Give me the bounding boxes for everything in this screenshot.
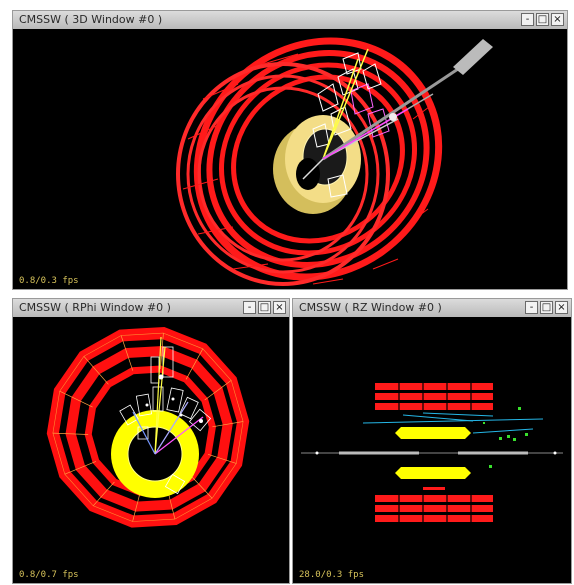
window-rz: CMSSW ( RZ Window #0 ) - □ × 28.0/0.3 fp… — [292, 298, 572, 584]
maximize-button[interactable]: □ — [536, 13, 549, 26]
3d-jet-marker — [389, 113, 397, 121]
minimize-button[interactable]: - — [243, 301, 256, 314]
window-3d: CMSSW ( 3D Window #0 ) - □ × 0.8/0.3 fps — [12, 10, 568, 290]
3d-viewport[interactable]: 0.8/0.3 fps — [13, 29, 567, 289]
close-button[interactable]: × — [551, 13, 564, 26]
window-rphi-titlebar[interactable]: CMSSW ( RPhi Window #0 ) - □ × — [13, 299, 289, 318]
rphi-viewport[interactable]: 0.8/0.7 fps — [13, 317, 289, 583]
rz-calorimeter-lower — [375, 487, 493, 522]
maximize-button[interactable]: □ — [540, 301, 553, 314]
rz-fps-readout: 28.0/0.3 fps — [299, 570, 365, 580]
window-rphi: CMSSW ( RPhi Window #0 ) - □ × 0.8/0.7 f… — [12, 298, 290, 584]
rz-beamline — [301, 451, 563, 455]
window-3d-title: CMSSW ( 3D Window #0 ) — [19, 13, 163, 26]
close-button[interactable]: × — [555, 301, 568, 314]
3d-met-arrow — [453, 39, 493, 75]
rphi-fps-readout: 0.8/0.7 fps — [19, 570, 79, 580]
rz-viewport[interactable]: 28.0/0.3 fps — [293, 317, 571, 583]
close-button[interactable]: × — [273, 301, 286, 314]
window-rphi-title: CMSSW ( RPhi Window #0 ) — [19, 301, 171, 314]
window-rz-title: CMSSW ( RZ Window #0 ) — [299, 301, 442, 314]
minimize-button[interactable]: - — [525, 301, 538, 314]
window-3d-titlebar[interactable]: CMSSW ( 3D Window #0 ) - □ × — [13, 11, 567, 30]
rz-calorimeter-upper — [375, 383, 493, 410]
window-rz-titlebar[interactable]: CMSSW ( RZ Window #0 ) - □ × — [293, 299, 571, 318]
minimize-button[interactable]: - — [521, 13, 534, 26]
maximize-button[interactable]: □ — [258, 301, 271, 314]
3d-fps-readout: 0.8/0.3 fps — [19, 276, 79, 286]
